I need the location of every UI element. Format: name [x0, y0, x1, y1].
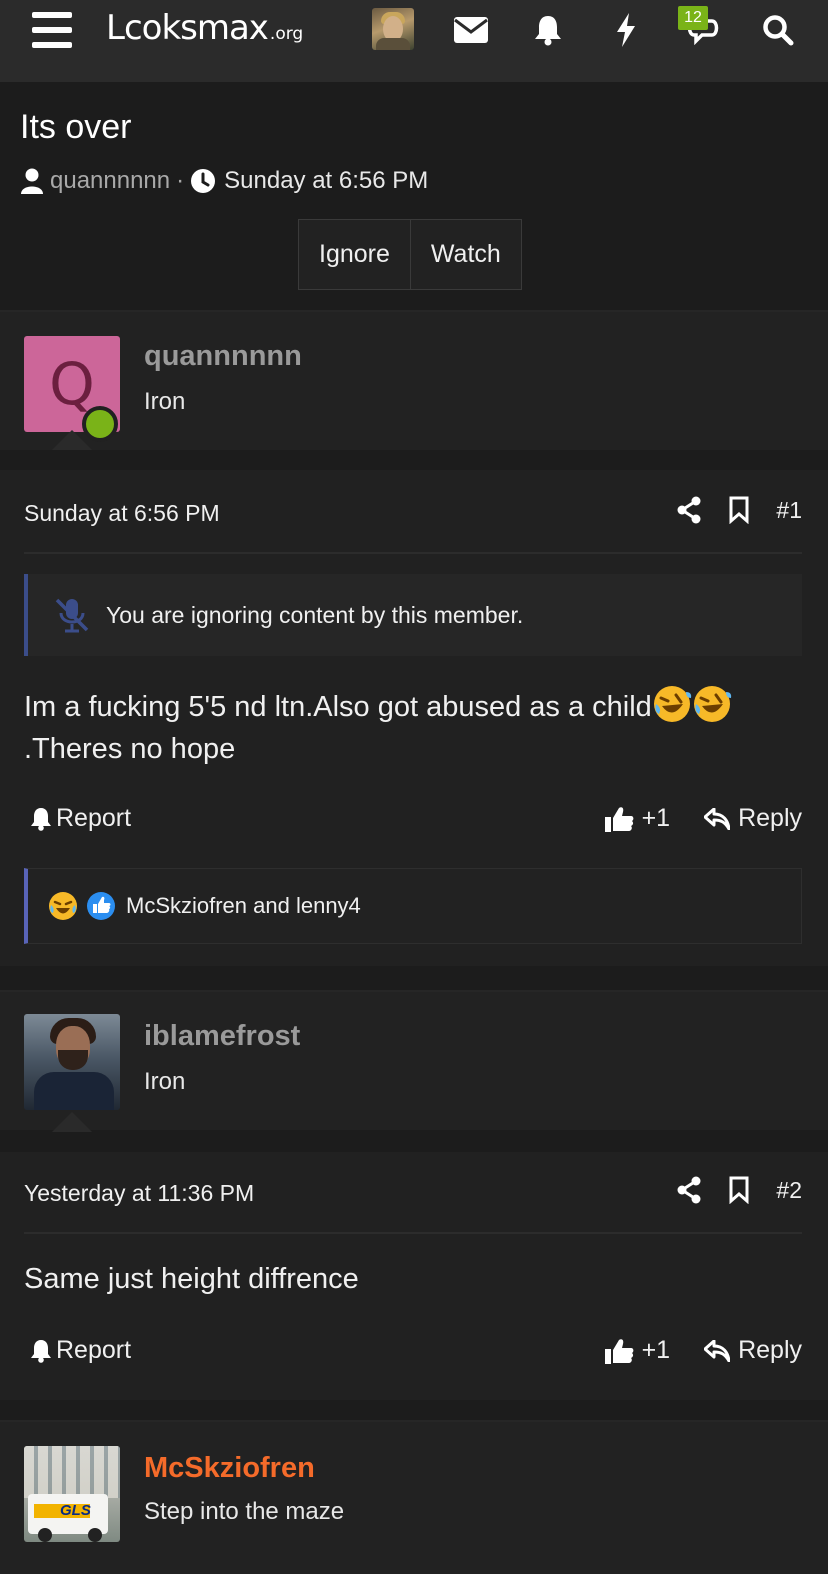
reactions-text: McSkziofren and lenny4 [126, 893, 361, 918]
report-label: Report [56, 804, 132, 832]
reactions-bar[interactable]: McSkziofren and lenny4 [24, 868, 802, 944]
bell-icon [31, 1339, 51, 1363]
user-title: Iron [144, 1068, 186, 1095]
divider [24, 552, 802, 554]
rolling-laughing-emoji-icon [693, 686, 731, 722]
reply-label: Reply [738, 1336, 802, 1364]
message-line: .Theres no hope [24, 733, 236, 765]
user-title: Iron [144, 388, 186, 415]
reply-button[interactable]: Reply [704, 804, 802, 833]
envelope-icon[interactable] [449, 8, 493, 52]
post-number-link[interactable]: #1 [776, 497, 802, 524]
thread-author-link[interactable]: quannnnnn [50, 167, 170, 195]
meta-separator: · [176, 167, 185, 194]
post-date-link[interactable]: Yesterday at 11:36 PM [24, 1180, 254, 1207]
reply-icon [704, 1339, 731, 1362]
thread-meta: quannnnnn · Sunday at 6:56 PM [20, 166, 428, 196]
bookmark-icon[interactable] [728, 496, 750, 524]
lightning-icon[interactable] [604, 8, 648, 52]
page-title: Its over [20, 108, 132, 146]
post-actions: #1 [676, 496, 802, 524]
clock-icon [191, 169, 216, 193]
reply-button[interactable]: Reply [704, 1336, 802, 1365]
thread-date-link[interactable]: Sunday at 6:56 PM [224, 167, 428, 195]
search-icon[interactable] [756, 8, 800, 52]
menu-icon[interactable] [32, 12, 72, 48]
logo-tld: .org [269, 24, 304, 44]
ignore-notice-text: You are ignoring content by this member. [106, 601, 524, 628]
message-line: Im a fucking 5'5 nd ltn.Also got abused … [24, 691, 652, 723]
avatar[interactable] [24, 1014, 120, 1110]
site-logo[interactable]: Lcoksmax .org [106, 8, 303, 52]
rolling-laughing-emoji-icon [653, 686, 691, 722]
user-icon [21, 168, 43, 194]
post-username[interactable]: quannnnnn [144, 340, 302, 373]
avatar[interactable]: GLS [24, 1446, 120, 1542]
reply-icon [704, 807, 731, 830]
like-count: +1 [641, 1336, 671, 1364]
logo-text: Lcoksmax [106, 8, 269, 48]
muted-microphone-icon [55, 598, 89, 633]
like-reaction-icon [87, 892, 115, 920]
report-link[interactable]: Report [30, 804, 131, 833]
post-actions: #2 [676, 1176, 802, 1204]
thread-button-group: Ignore Watch [298, 219, 522, 290]
report-label: Report [56, 1336, 132, 1364]
watch-button[interactable]: Watch [409, 220, 521, 289]
thumbs-up-icon [604, 1338, 633, 1364]
notification-badge: 12 [678, 6, 708, 30]
post-username[interactable]: iblamefrost [144, 1020, 300, 1053]
share-icon[interactable] [676, 496, 702, 524]
laughing-reaction-icon [49, 892, 77, 920]
post-footer-actions: +1 Reply [604, 1336, 802, 1365]
post-user-header: iblamefrost Iron [0, 992, 828, 1132]
reply-label: Reply [738, 804, 802, 832]
thumbs-up-icon [604, 806, 633, 832]
post-user-header: Q quannnnnn Iron [0, 312, 828, 450]
bell-icon [31, 807, 51, 831]
bell-icon[interactable] [526, 8, 570, 52]
user-pointer [52, 430, 92, 450]
user-title: Step into the maze [144, 1498, 345, 1525]
share-icon[interactable] [676, 1176, 702, 1204]
account-avatar[interactable] [372, 8, 414, 50]
post-date-link[interactable]: Sunday at 6:56 PM [24, 500, 220, 527]
top-navigation-bar: Lcoksmax .org 12 [0, 0, 828, 82]
user-pointer [52, 1112, 92, 1132]
like-count: +1 [641, 804, 671, 832]
post-number-link[interactable]: #2 [776, 1177, 802, 1204]
divider [24, 1232, 802, 1234]
post-username[interactable]: McSkziofren [144, 1452, 315, 1485]
ignore-button[interactable]: Ignore [299, 220, 410, 289]
post-footer-actions: +1 Reply [604, 804, 802, 833]
like-button[interactable]: +1 [604, 1336, 671, 1365]
post-user-header: GLS McSkziofren Step into the maze [0, 1422, 828, 1574]
bookmark-icon[interactable] [728, 1176, 750, 1204]
post-body: Yesterday at 11:36 PM #2 Same just heigh… [0, 1152, 828, 1400]
like-button[interactable]: +1 [604, 804, 671, 833]
post-message: Same just height diffrence [24, 1263, 359, 1295]
report-link[interactable]: Report [30, 1336, 131, 1365]
ignore-notice: You are ignoring content by this member. [24, 574, 802, 656]
post-message: Im a fucking 5'5 nd ltn.Also got abused … [24, 684, 804, 770]
post-body: Sunday at 6:56 PM #1 You are ignoring co… [0, 470, 828, 966]
avatar-logo-text: GLS [60, 1502, 91, 1519]
